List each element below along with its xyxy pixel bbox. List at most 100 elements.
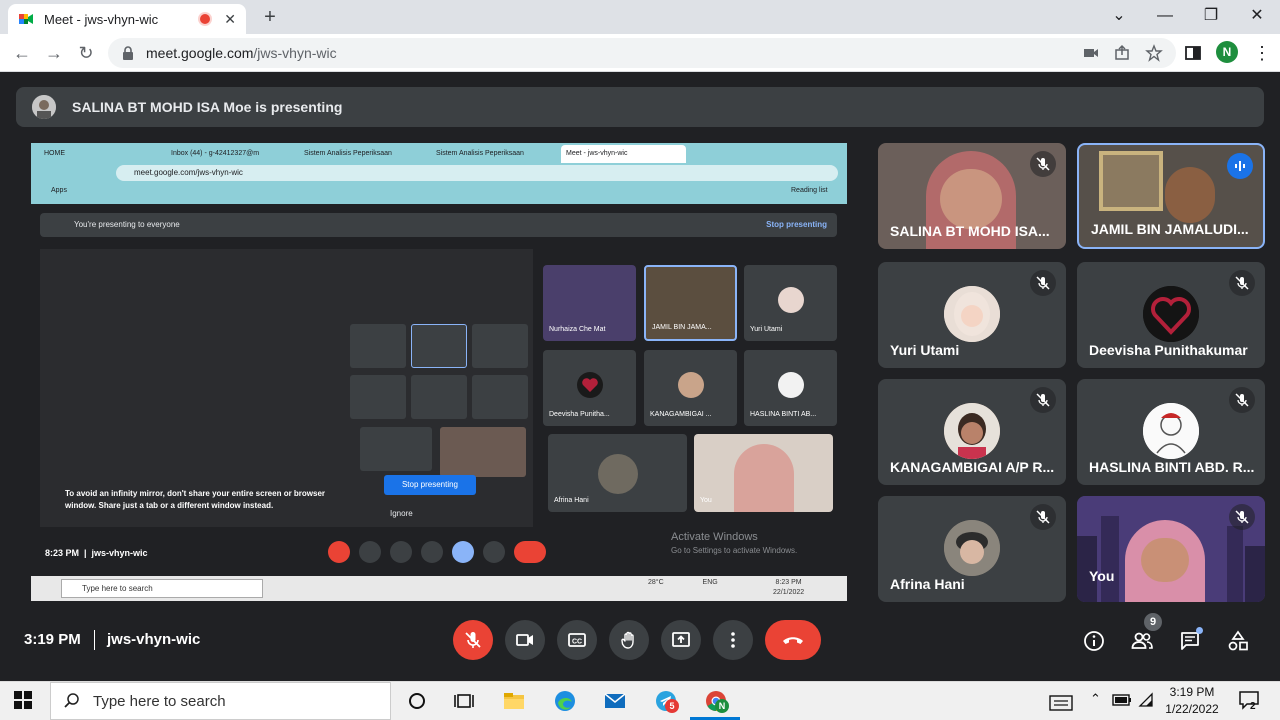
participant-tile[interactable]: Yuri Utami: [878, 262, 1066, 368]
activate-windows-watermark: Activate Windows Go to Settings to activ…: [671, 531, 797, 557]
shared-cc-button: [390, 541, 412, 563]
mic-off-icon: [1229, 387, 1255, 413]
battery-icon[interactable]: [1112, 693, 1132, 707]
participant-tile[interactable]: SALINA BT MOHD ISA...: [878, 143, 1066, 249]
back-button[interactable]: ←: [10, 42, 34, 66]
reload-button[interactable]: ↻: [74, 42, 98, 66]
taskbar-search-placeholder: Type here to search: [93, 692, 226, 710]
activities-icon[interactable]: [1227, 630, 1249, 652]
shared-time: 8:23 PM: [45, 548, 80, 558]
mirror-stop-button: Stop presenting: [384, 475, 476, 495]
mirror-tile: [360, 427, 432, 471]
captions-button[interactable]: CC: [557, 620, 597, 660]
shared-taskbar: Type here to search 28°C ENG 8:23 PM 22/…: [31, 576, 847, 601]
browser-tab-meet[interactable]: Meet - jws-vhyn-wic ✕: [8, 4, 246, 34]
meeting-details-icon[interactable]: [1083, 630, 1105, 652]
shared-participant-tile: Yuri Utami: [744, 265, 837, 341]
camera-icon[interactable]: [1082, 44, 1100, 62]
present-now-button[interactable]: [661, 620, 701, 660]
clock-time: 3:19 PM: [1169, 685, 1215, 699]
meeting-time: 3:19 PM: [24, 631, 81, 648]
shared-participant-tile: Deevisha Punitha...: [543, 350, 636, 426]
menu-dots-icon[interactable]: ⋮: [1250, 42, 1274, 66]
taskbar-clock[interactable]: 3:19 PM 1/22/2022: [1158, 684, 1226, 718]
shared-participant-name: Yuri Utami: [750, 326, 783, 333]
cortana-icon[interactable]: [404, 688, 430, 714]
mail-icon[interactable]: [602, 688, 628, 714]
url-path: /jws-vhyn-wic: [253, 45, 337, 61]
meet-logo-icon: [19, 14, 33, 24]
tab-title: Meet - jws-vhyn-wic: [44, 11, 159, 27]
svg-text:CC: CC: [572, 639, 582, 646]
avatar: [944, 520, 1000, 576]
wifi-icon[interactable]: [1138, 692, 1154, 708]
shared-code: jws-vhyn-wic: [91, 548, 148, 558]
shared-participant-name: Nurhaiza Che Mat: [549, 326, 606, 333]
shared-lang: ENG: [702, 579, 718, 586]
url-host: meet.google.com: [146, 45, 254, 61]
participant-tile[interactable]: HASLINA BINTI ABD. R...: [1077, 379, 1265, 485]
edge-browser-icon[interactable]: [552, 688, 578, 714]
raise-hand-button[interactable]: [609, 620, 649, 660]
mic-off-icon: [1030, 270, 1056, 296]
side-panel-icon[interactable]: [1184, 44, 1202, 62]
presenter-avatar: [32, 95, 56, 119]
new-tab-button[interactable]: +: [258, 6, 282, 30]
star-icon[interactable]: [1145, 44, 1163, 62]
close-tab-icon[interactable]: ✕: [224, 11, 236, 28]
mirror-warning-text: To avoid an infinity mirror, don't share…: [65, 489, 326, 510]
minimize-button[interactable]: —: [1142, 0, 1188, 34]
profile-avatar[interactable]: N: [1216, 41, 1238, 63]
telegram-badge: 5: [665, 699, 679, 713]
tab-search-icon[interactable]: ⌄: [1096, 0, 1142, 34]
participant-tile[interactable]: Deevisha Punithakumar: [1077, 262, 1265, 368]
mic-toggle-button[interactable]: [453, 620, 493, 660]
people-icon[interactable]: [1131, 630, 1153, 652]
mic-off-icon: [465, 632, 481, 648]
participant-name: HASLINA BINTI ABD. R...: [1089, 459, 1255, 475]
participant-tile[interactable]: Afrina Hani: [878, 496, 1066, 602]
shared-participant-name: HASLINA BINTI AB...: [750, 411, 817, 418]
chat-unread-dot: [1196, 627, 1203, 634]
windows-start-icon[interactable]: [14, 691, 32, 709]
more-options-button[interactable]: [713, 620, 753, 660]
participant-tile[interactable]: You: [1077, 496, 1265, 602]
task-view-icon[interactable]: [451, 688, 477, 714]
video-camera-icon: [516, 634, 533, 646]
shared-participant-tile: JAMIL BIN JAMA...: [644, 265, 737, 341]
keyboard-icon[interactable]: [1048, 690, 1074, 716]
mic-off-icon: [1030, 151, 1056, 177]
shared-reading-list: Reading list: [791, 187, 828, 194]
shared-clock-date: 22/1/2022: [773, 589, 805, 596]
file-explorer-icon[interactable]: [501, 688, 527, 714]
participant-name: You: [1089, 568, 1115, 584]
meeting-separator: [94, 630, 95, 650]
taskbar-search-box[interactable]: Type here to search: [50, 682, 391, 720]
notification-icon[interactable]: [1238, 690, 1260, 710]
shared-participant-name: Afrina Hani: [554, 497, 589, 504]
close-window-button[interactable]: ✕: [1234, 0, 1280, 34]
shared-participant-name: KANAGAMBIGAI ...: [650, 411, 712, 418]
shared-url: meet.google.com/jws-vhyn-wic: [116, 165, 838, 181]
forward-button[interactable]: →: [42, 42, 66, 66]
restore-button[interactable]: ❐: [1188, 0, 1234, 34]
participant-name: KANAGAMBIGAI A/P R...: [890, 459, 1055, 475]
tray-expand-icon[interactable]: ⌃: [1090, 691, 1101, 707]
notification-count: 2: [1250, 701, 1256, 712]
shared-tab: HOME: [44, 150, 65, 157]
shared-tab-active: Meet - jws-vhyn-wic: [561, 145, 686, 163]
shared-mic-button: [328, 541, 350, 563]
share-icon[interactable]: [1113, 44, 1131, 62]
search-icon: [64, 693, 79, 708]
shared-clock-time: 8:23 PM: [775, 579, 802, 586]
shared-hand-button: [421, 541, 443, 563]
participant-tile[interactable]: KANAGAMBIGAI A/P R...: [878, 379, 1066, 485]
participant-tile[interactable]: JAMIL BIN JAMALUDI...: [1077, 143, 1265, 249]
address-bar[interactable]: meet.google.com/jws-vhyn-wic: [108, 38, 1176, 68]
camera-toggle-button[interactable]: [505, 620, 545, 660]
mirror-tile: [472, 375, 528, 419]
leave-call-button[interactable]: [765, 620, 821, 660]
mic-off-icon: [1229, 504, 1255, 530]
mic-off-icon: [1030, 504, 1056, 530]
shared-end-button: [514, 541, 546, 563]
